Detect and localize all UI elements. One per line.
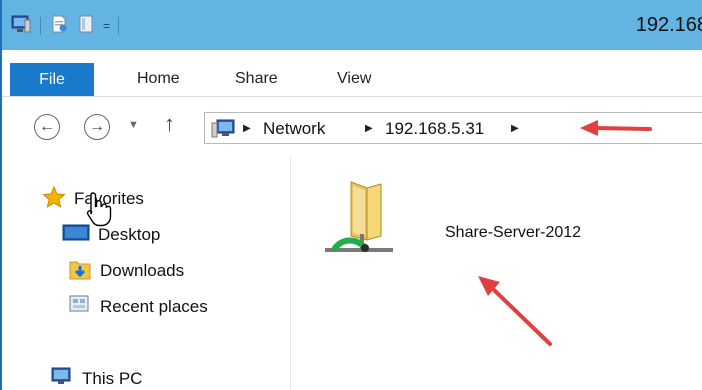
nav-item-recent-places[interactable]: Recent places xyxy=(68,294,208,320)
navigation-pane: Favorites Desktop Downloads Recent place… xyxy=(2,158,291,390)
back-arrow-icon: ← xyxy=(39,118,55,135)
downloads-folder-icon xyxy=(68,257,92,286)
forward-arrow-icon: → xyxy=(89,118,105,135)
tab-file[interactable]: File xyxy=(10,63,94,96)
breadcrumb-separator-icon[interactable]: ▶ xyxy=(365,123,373,134)
toolbar-separator xyxy=(118,17,120,35)
forward-button[interactable]: → xyxy=(84,114,110,140)
tab-view[interactable]: View xyxy=(337,70,371,88)
up-button[interactable]: ↑ xyxy=(164,111,175,137)
recent-locations-dropdown[interactable]: ▼ xyxy=(128,119,139,131)
window-title: 192.168 xyxy=(635,14,702,36)
explorer-window: = 192.168 File Home Share View ← → ▼ ↑ ▶… xyxy=(0,0,702,390)
tab-home[interactable]: Home xyxy=(137,70,180,88)
breadcrumb-separator-icon[interactable]: ▶ xyxy=(243,123,251,134)
nav-item-label: Downloads xyxy=(100,261,185,280)
quick-access-toolbar: = xyxy=(10,14,120,39)
breadcrumb-host[interactable]: 192.168.5.31 xyxy=(385,119,484,139)
star-icon xyxy=(42,185,66,213)
address-bar[interactable]: ▶ Network ▶ 192.168.5.31 ▶ xyxy=(204,112,702,144)
hand-cursor-icon xyxy=(84,190,114,235)
nav-item-label: This PC xyxy=(82,369,143,388)
network-icon xyxy=(211,118,237,145)
new-folder-icon[interactable] xyxy=(77,14,95,39)
content-pane: Share-Server-2012 xyxy=(291,158,702,390)
list-item[interactable]: Share-Server-2012 xyxy=(321,176,611,266)
customize-toolbar-dropdown[interactable]: = xyxy=(103,19,110,33)
properties-icon[interactable] xyxy=(49,14,69,39)
breadcrumb-network[interactable]: Network xyxy=(263,119,325,139)
title-bar: = 192.168 xyxy=(2,0,702,50)
breadcrumb-separator-icon[interactable]: ▶ xyxy=(511,123,519,134)
back-button[interactable]: ← xyxy=(34,114,60,140)
recent-places-icon xyxy=(68,293,92,322)
computer-icon[interactable] xyxy=(10,14,32,39)
nav-item-this-pc[interactable]: This PC xyxy=(48,366,142,390)
nav-item-downloads[interactable]: Downloads xyxy=(68,258,184,284)
ribbon-tabs: File Home Share View xyxy=(2,50,702,97)
toolbar-separator xyxy=(40,17,41,35)
nav-item-label: Recent places xyxy=(100,297,208,316)
network-share-folder-icon xyxy=(321,176,401,271)
computer-icon xyxy=(48,366,74,390)
navigation-bar: ← → ▼ ↑ ▶ Network ▶ 192.168.5.31 ▶ xyxy=(2,97,702,157)
tab-share[interactable]: Share xyxy=(235,70,278,88)
share-folder-label: Share-Server-2012 xyxy=(445,224,582,241)
